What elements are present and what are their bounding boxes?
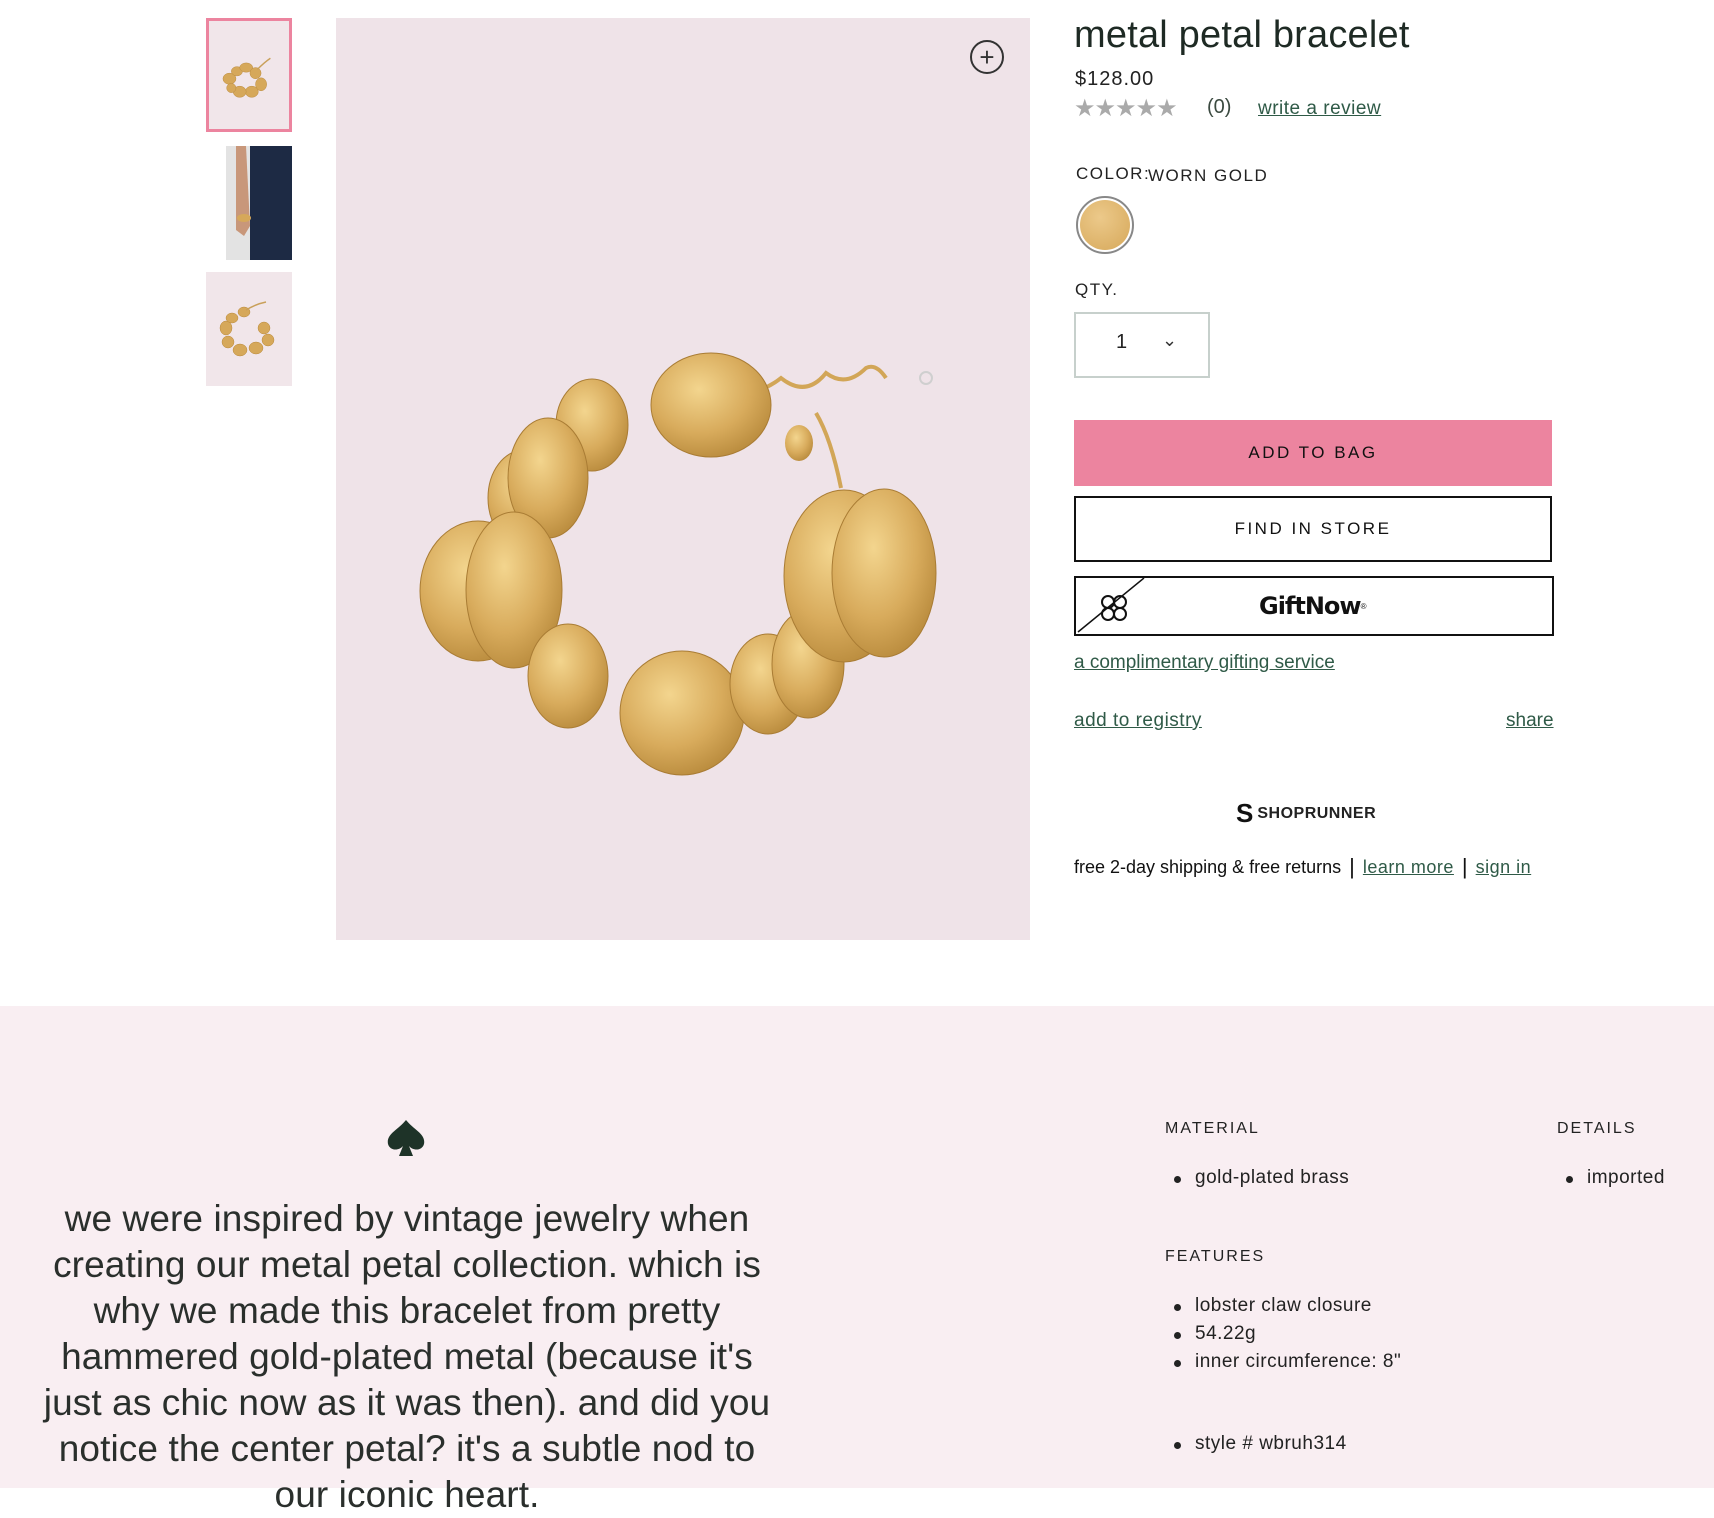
spade-icon <box>387 1120 425 1156</box>
details-heading: DETAILS <box>1557 1120 1637 1137</box>
shipping-info: free 2-day shipping & free returns | lea… <box>1074 854 1531 880</box>
shoprunner-brand: SHOPRUNNER <box>1257 804 1377 822</box>
giftnow-registered-mark: ® <box>1360 601 1369 611</box>
rating-stars-icon: ★★★★★ <box>1074 95 1178 122</box>
thumbnail-2[interactable] <box>206 146 292 260</box>
style-list: style # wbruh314 <box>1165 1430 1347 1458</box>
bracelet-alt-thumbnail-image <box>219 301 275 357</box>
main-product-image[interactable]: + <box>336 18 1030 940</box>
list-item: imported <box>1557 1164 1665 1192</box>
zoom-icon[interactable]: + <box>970 40 1004 74</box>
shipping-text: free 2-day shipping & free returns <box>1074 856 1342 877</box>
details-list: imported <box>1557 1164 1665 1192</box>
learn-more-link[interactable]: learn more <box>1363 857 1454 878</box>
share-link[interactable]: share <box>1506 710 1554 732</box>
chevron-down-icon: ⌄ <box>1162 330 1178 350</box>
shoprunner-icon: S <box>1236 798 1254 828</box>
qty-select[interactable]: 1 ⌄ <box>1074 312 1210 378</box>
product-price: $128.00 <box>1075 68 1155 90</box>
product-description: we were inspired by vintage jewelry when… <box>43 1198 771 1515</box>
features-heading: FEATURES <box>1165 1248 1266 1265</box>
sign-in-link[interactable]: sign in <box>1476 857 1532 878</box>
qty-value: 1 <box>1116 331 1128 353</box>
review-count: (0) <box>1207 96 1232 118</box>
shoprunner-logo: S SHOPRUNNER <box>1236 798 1376 829</box>
list-item: 54.22g <box>1165 1320 1401 1348</box>
giftnow-label: GiftNow <box>1259 592 1362 620</box>
list-item: gold-plated brass <box>1165 1164 1349 1192</box>
qty-label: QTY. <box>1075 280 1119 299</box>
metal-petal-bracelet-image <box>419 352 937 776</box>
write-review-link[interactable]: write a review <box>1258 98 1381 120</box>
features-list: lobster claw closure 54.22g inner circum… <box>1165 1292 1401 1376</box>
giftnow-button[interactable]: GiftNow ® <box>1074 576 1554 636</box>
product-title: metal petal bracelet <box>1074 14 1410 56</box>
swatch-fill <box>1080 200 1130 250</box>
model-wearing-bracelet-image <box>206 146 292 260</box>
list-item: lobster claw closure <box>1165 1292 1401 1320</box>
separator: | <box>1461 854 1468 879</box>
gifting-service-link[interactable]: a complimentary gifting service <box>1074 652 1335 674</box>
separator: | <box>1349 854 1355 879</box>
add-to-bag-button[interactable]: ADD TO BAG <box>1074 420 1552 486</box>
color-label: COLOR: <box>1076 164 1151 183</box>
list-item: inner circumference: 8" <box>1165 1348 1401 1376</box>
material-heading: MATERIAL <box>1165 1120 1260 1137</box>
giftnow-logo-icon <box>1077 578 1145 633</box>
bracelet-thumbnail-image <box>222 57 271 98</box>
find-in-store-button[interactable]: FIND IN STORE <box>1074 496 1552 562</box>
color-swatch-worn-gold[interactable] <box>1076 196 1134 254</box>
material-list: gold-plated brass <box>1165 1164 1349 1192</box>
color-value: WORN GOLD <box>1148 166 1269 185</box>
add-to-registry-link[interactable]: add to registry <box>1074 710 1202 732</box>
style-number: style # wbruh314 <box>1165 1430 1347 1458</box>
thumbnail-1[interactable] <box>206 18 292 132</box>
thumbnail-3[interactable] <box>206 272 292 386</box>
